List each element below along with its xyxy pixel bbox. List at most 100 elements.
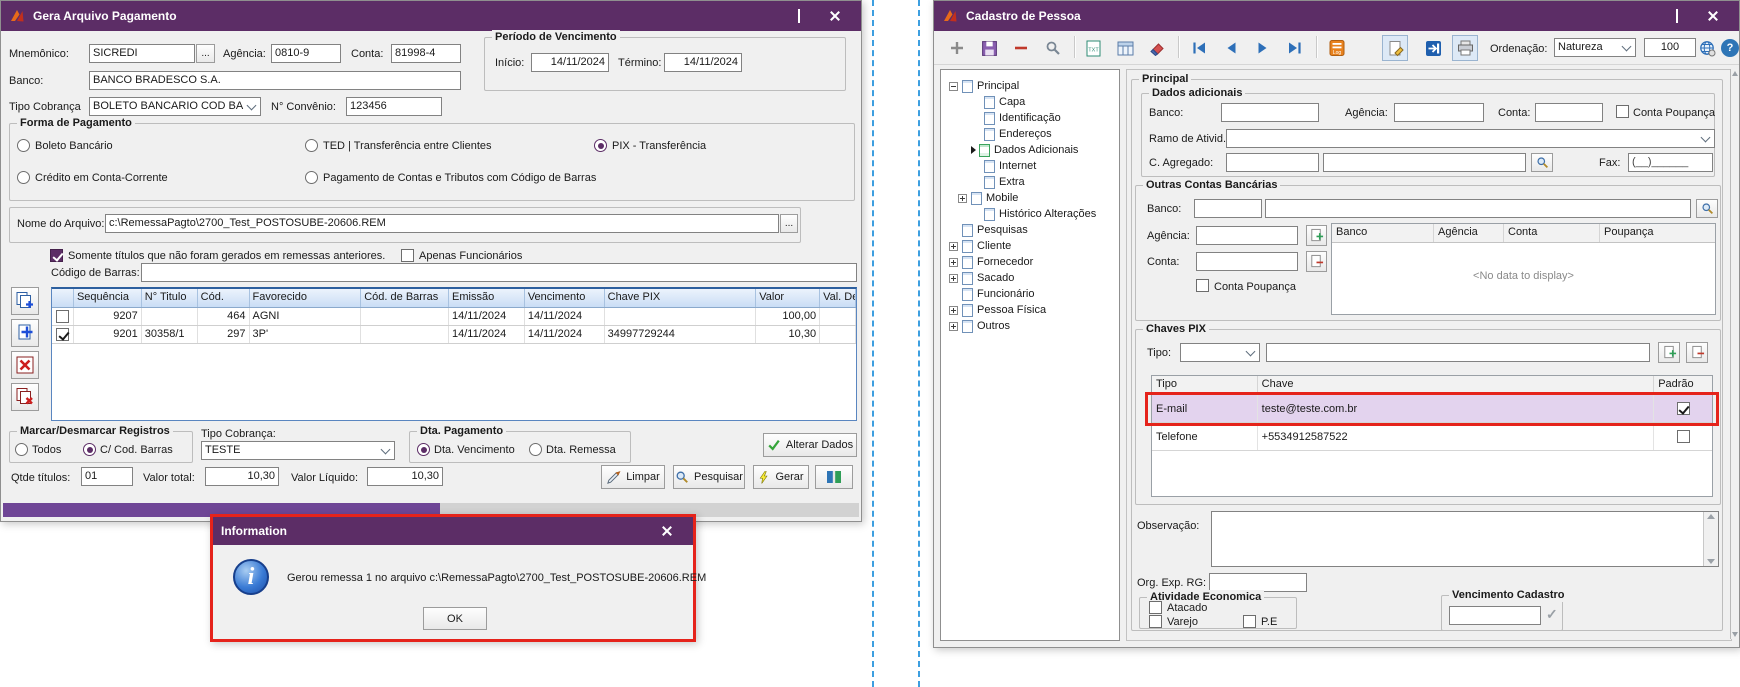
edit-document-button[interactable] [1382,35,1408,61]
collapse-icon[interactable] [949,81,958,91]
nav-next-button[interactable] [1250,35,1276,61]
add-row-button[interactable] [11,319,39,347]
row-checkbox[interactable] [56,310,69,323]
tree-item-fornecedor[interactable]: Fornecedor [941,254,1119,270]
checkbox-somente-titulos[interactable] [50,249,63,262]
alterar-dados-button[interactable]: Alterar Dados [763,433,857,457]
convenio-field[interactable]: 123456 [346,97,442,116]
exit-record-button[interactable] [1420,35,1446,61]
mnemonico-field[interactable]: SICREDI [89,44,195,63]
grid-view-button[interactable] [1112,35,1138,61]
radio-boleto-bancario[interactable] [17,139,30,152]
minimize-icon[interactable] [745,4,781,28]
conta-field[interactable]: 81998-4 [391,44,461,63]
column-poupanca[interactable]: Poupança [1600,224,1715,242]
oc-conta-poupanca-checkbox[interactable] [1196,279,1209,292]
oc-add-conta-button[interactable] [1306,225,1327,246]
termino-field[interactable]: 14/11/2024 [664,53,742,72]
oc-banco-code-field[interactable] [1194,199,1262,218]
observacao-textarea[interactable] [1211,511,1719,567]
table-row[interactable]: 9207 464 AGNI 14/11/2024 14/11/2024 100,… [52,308,856,326]
column-favorecido[interactable]: Favorecido [250,289,362,307]
padrao-checkbox[interactable] [1676,430,1690,443]
qtde-titulos-field[interactable]: 01 [81,467,133,486]
column-conta[interactable]: Conta [1504,224,1600,242]
save-button[interactable] [976,35,1002,61]
log-button[interactable]: Log [1324,35,1350,61]
ordenacao-select[interactable]: Natureza [1554,38,1636,57]
tree-item-enderecos[interactable]: Endereços [941,126,1119,142]
tree-item-funcionario[interactable]: Funcionário [941,286,1119,302]
pesquisar-button[interactable]: Pesquisar [673,465,745,489]
column-val-desco[interactable]: Val. Desco [820,289,856,307]
radio-ted[interactable] [305,139,318,152]
minimize-icon[interactable] [1623,4,1659,28]
column-valor[interactable]: Valor [756,289,821,307]
column-chave[interactable]: Chave [1258,376,1655,394]
atacado-checkbox[interactable] [1149,601,1162,614]
scroll-down-icon[interactable] [1707,559,1715,564]
limpar-button[interactable]: Limpar [601,465,665,489]
column-chave-pix[interactable]: Chave PIX [605,289,757,307]
pix-remove-button[interactable] [1686,342,1708,363]
scroll-up-icon[interactable] [1707,514,1715,519]
nav-previous-button[interactable] [1218,35,1244,61]
select-all-rows-button[interactable] [11,287,39,315]
checkbox-apenas-funcionarios[interactable] [401,249,414,262]
varejo-checkbox[interactable] [1149,615,1162,628]
nome-arquivo-field[interactable]: c:\RemessaPagto\2700_Test_POSTOSUBE-2060… [105,214,779,233]
da-agencia-field[interactable] [1394,103,1484,122]
column-agencia[interactable]: Agência [1434,224,1504,242]
tree-item-extra[interactable]: Extra [941,174,1119,190]
confirm-check-icon[interactable] [1546,606,1558,623]
column-vencimento[interactable]: Vencimento [525,289,605,307]
vencimento-cadastro-field[interactable] [1449,606,1541,625]
print-button[interactable] [1452,35,1478,61]
tree-item-historico-alteracoes[interactable]: Histórico Alterações [941,206,1119,222]
c-agregado-desc-field[interactable] [1323,153,1526,172]
tree-item-pesquisas[interactable]: Pesquisas [941,222,1119,238]
radio-dta-vencimento[interactable] [417,443,430,456]
oc-conta-field[interactable] [1196,252,1298,271]
expand-icon[interactable] [949,321,958,331]
globe-button[interactable] [1696,35,1718,61]
radio-pix-transferencia[interactable] [594,139,607,152]
gerar-button[interactable]: Gerar [753,465,809,489]
delete-button[interactable] [1008,35,1034,61]
column-tipo[interactable]: Tipo [1152,376,1258,394]
da-conta-poupanca-checkbox[interactable] [1616,105,1629,118]
tipo-cobranca-select[interactable]: BOLETO BANCARIO COD BA [89,97,261,116]
window-scrollbar[interactable] [1730,69,1738,639]
pix-row-email[interactable]: E-mail teste@teste.com.br [1152,395,1712,423]
column-emissao[interactable]: Emissão [449,289,525,307]
expand-icon[interactable] [949,241,958,251]
titlebar-cadastro-pessoa[interactable]: Cadastro de Pessoa [934,1,1739,31]
scroll-down-icon[interactable] [1731,632,1738,637]
nav-last-button[interactable] [1282,35,1308,61]
row-checkbox[interactable] [56,328,69,341]
column-cod[interactable]: Cód. [198,289,250,307]
da-banco-field[interactable] [1221,103,1319,122]
nav-first-button[interactable] [1186,35,1212,61]
tree-item-dados-adicionais[interactable]: Dados Adicionais [941,142,1119,158]
remove-row-button[interactable] [11,351,39,379]
radio-c-cod-barras[interactable] [83,443,96,456]
report-button[interactable] [815,465,853,489]
column-select[interactable] [52,289,74,307]
dialog-titlebar[interactable]: Information [213,517,693,545]
page-size-field[interactable]: 100 [1644,38,1696,57]
dialog-close-icon[interactable] [649,520,685,542]
banco-field[interactable]: BANCO BRADESCO S.A. [89,71,461,90]
pix-tipo-select[interactable] [1180,343,1260,362]
codigo-barras-field[interactable] [141,263,857,282]
scroll-up-icon[interactable] [1731,71,1738,76]
radio-tributos[interactable] [305,171,318,184]
column-sequencia[interactable]: Sequência [74,289,142,307]
tree-item-principal[interactable]: Principal [941,78,1119,94]
close-icon[interactable] [1695,4,1731,28]
remove-all-rows-button[interactable] [11,383,39,411]
search-button[interactable] [1040,35,1066,61]
radio-credito-conta[interactable] [17,171,30,184]
c-agregado-code-field[interactable] [1226,153,1319,172]
inicio-field[interactable]: 14/11/2024 [531,53,609,72]
